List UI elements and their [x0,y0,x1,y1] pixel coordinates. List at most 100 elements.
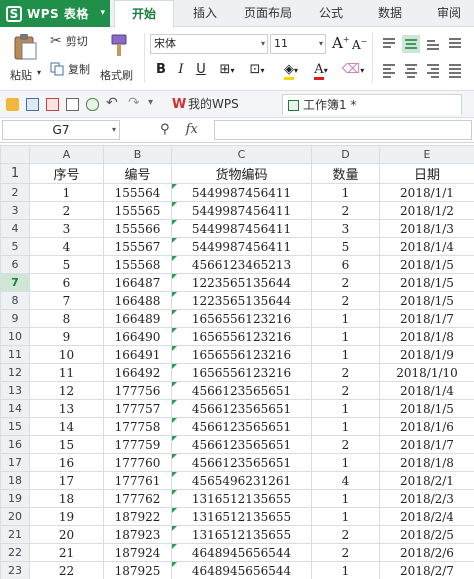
row-header[interactable]: 17 [0,453,30,472]
row-header[interactable]: 11 [0,345,30,364]
cell[interactable]: 166487 [103,273,172,292]
column-header-e[interactable]: E [379,145,474,164]
row-header[interactable]: 22 [0,543,30,562]
zoom-icon[interactable]: ⚲ [160,122,170,137]
cell[interactable]: 2018/1/5 [379,399,474,418]
align-top-button[interactable] [380,35,398,53]
cell[interactable]: 2018/1/2 [379,201,474,220]
cell[interactable]: 177757 [103,399,172,418]
italic-button[interactable]: I [172,60,190,80]
row-header[interactable]: 6 [0,255,30,274]
align-middle-button[interactable] [402,35,420,53]
cell[interactable]: 2018/1/5 [379,291,474,310]
cell[interactable]: 15 [29,435,104,454]
cell[interactable]: 177760 [103,453,172,472]
chevron-down-icon[interactable]: ▾ [148,97,153,108]
cell[interactable]: 1 [311,345,380,364]
merge-cells-button[interactable]: ⊡▾ [244,60,270,80]
cell[interactable]: 2018/1/4 [379,381,474,400]
cell[interactable]: 13 [29,399,104,418]
cell[interactable]: 18 [29,489,104,508]
row-header[interactable]: 19 [0,489,30,508]
cell[interactable]: 166491 [103,345,172,364]
cell[interactable]: 19 [29,507,104,526]
cell[interactable]: 166488 [103,291,172,310]
cell[interactable]: 187922 [103,507,172,526]
tab-home[interactable]: 开始 [114,0,174,28]
cell[interactable]: 14 [29,417,104,436]
cell[interactable]: 6 [29,273,104,292]
name-box[interactable]: G7 ▾ [2,120,120,140]
select-all-corner[interactable] [0,145,30,164]
cell[interactable]: 22 [29,561,104,579]
row-header[interactable]: 5 [0,237,30,256]
cell[interactable]: 2018/2/5 [379,525,474,544]
cell[interactable]: 2018/2/4 [379,507,474,526]
cell[interactable]: 2018/1/10 [379,363,474,382]
row-header[interactable]: 21 [0,525,30,544]
font-color-button[interactable]: A▾ [308,60,334,80]
cell[interactable]: 2 [311,435,380,454]
print-preview-icon[interactable] [86,98,99,111]
app-menu-button[interactable]: S WPS 表格 ▾ [0,0,110,27]
cell[interactable]: 4648945656544 [171,561,312,579]
copy-button[interactable]: 复制 [50,61,90,77]
grow-font-button[interactable]: A+ [332,34,350,52]
cell[interactable]: 166490 [103,327,172,346]
cell[interactable]: 8 [29,309,104,328]
open-folder-icon[interactable] [6,98,19,111]
row-header[interactable]: 20 [0,507,30,526]
cell[interactable]: 2 [311,291,380,310]
cell[interactable]: 5 [311,237,380,256]
cut-button[interactable]: ✂ 剪切 [50,33,88,49]
cell[interactable]: 2018/1/9 [379,345,474,364]
save-icon[interactable] [26,98,39,111]
cell[interactable]: 3 [29,219,104,238]
align-left-button[interactable] [380,61,398,79]
font-name-select[interactable]: 宋体 ▾ [150,34,268,54]
align-center-button[interactable] [402,61,420,79]
cell[interactable]: 2 [311,525,380,544]
export-pdf-icon[interactable] [46,98,59,111]
cell[interactable]: 1 [311,453,380,472]
format-painter-button[interactable]: 格式刷 [98,31,138,87]
fx-icon[interactable]: fx [186,122,198,137]
cell[interactable]: 4566123565651 [171,381,312,400]
tab-insert[interactable]: 插入 [180,0,230,27]
cell[interactable]: 7 [29,291,104,310]
cell[interactable]: 日期 [379,163,474,184]
shrink-font-button[interactable]: A− [352,37,367,52]
cell[interactable]: 2018/2/3 [379,489,474,508]
column-header-c[interactable]: C [171,145,312,164]
tab-review[interactable]: 审阅 [424,0,474,27]
row-header[interactable]: 1 [0,163,30,184]
cell[interactable]: 1656556123216 [171,327,312,346]
font-size-select[interactable]: 11 ▾ [270,34,326,54]
cell[interactable]: 155564 [103,183,172,202]
cell[interactable]: 1656556123216 [171,345,312,364]
cell[interactable]: 1316512135655 [171,525,312,544]
align-bottom-button[interactable] [424,35,442,53]
cell[interactable]: 10 [29,345,104,364]
cell[interactable]: 187925 [103,561,172,579]
column-header-a[interactable]: A [29,145,104,164]
cell[interactable]: 2 [311,381,380,400]
cell[interactable]: 1 [311,507,380,526]
cell[interactable]: 4566123565651 [171,453,312,472]
cell[interactable]: 1223565135644 [171,291,312,310]
cell[interactable]: 5449987456411 [171,219,312,238]
cell[interactable]: 166489 [103,309,172,328]
cell[interactable]: 编号 [103,163,172,184]
cell[interactable]: 3 [311,219,380,238]
cell[interactable]: 11 [29,363,104,382]
cell[interactable]: 1316512135655 [171,489,312,508]
row-header[interactable]: 13 [0,381,30,400]
justify-button[interactable] [446,61,464,79]
cell[interactable]: 2 [29,201,104,220]
cell[interactable]: 1 [311,561,380,579]
cell[interactable]: 5449987456411 [171,201,312,220]
cell[interactable]: 5449987456411 [171,183,312,202]
cell[interactable]: 2 [311,363,380,382]
cell[interactable]: 155565 [103,201,172,220]
cell[interactable]: 16 [29,453,104,472]
